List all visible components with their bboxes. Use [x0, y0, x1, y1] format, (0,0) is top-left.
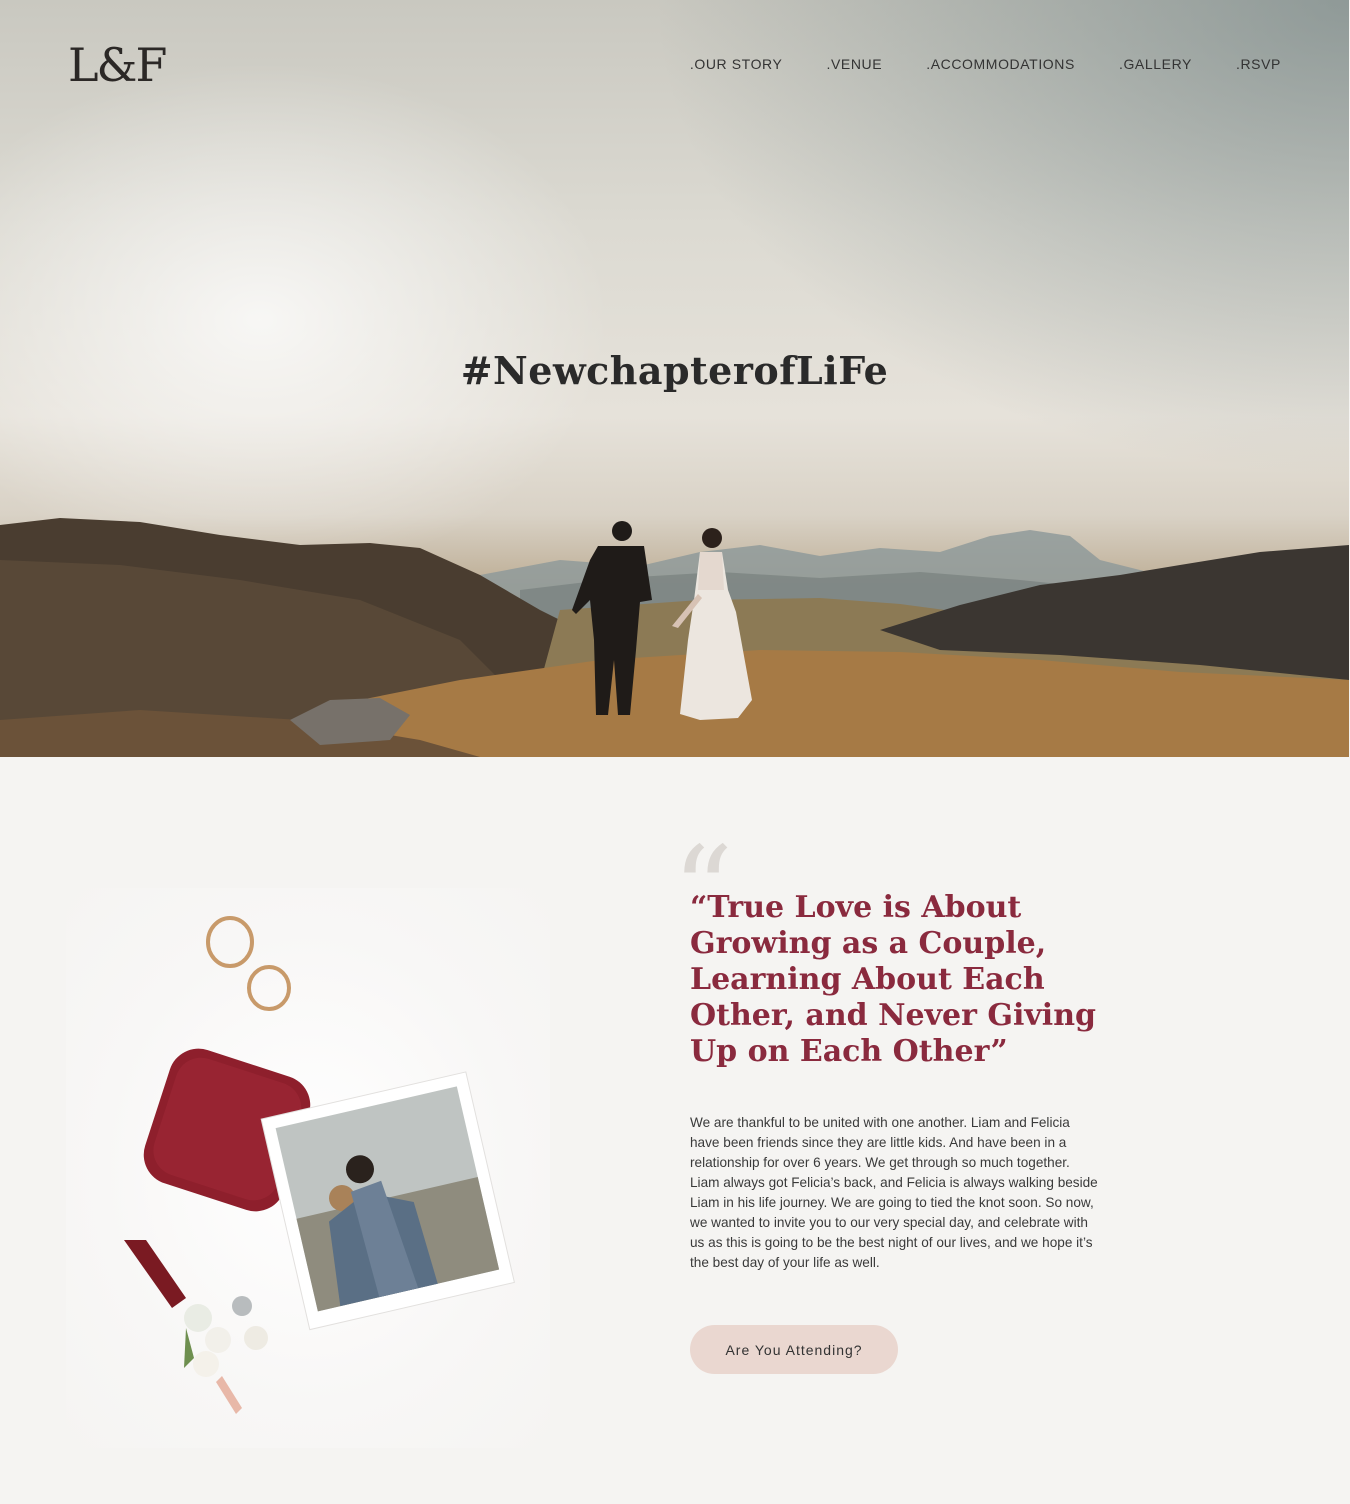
nav-rsvp[interactable]: .RSVP [1236, 56, 1281, 72]
love-quote: “True Love is About Growing as a Couple,… [690, 890, 1096, 1069]
story-flatlay-image [66, 888, 550, 1448]
hero-hashtag: #NewchapterofLiFe [460, 348, 889, 393]
nav-accommodations[interactable]: .ACCOMMODATIONS [926, 56, 1075, 72]
hero-section: L&F .OUR STORY .VENUE .ACCOMMODATIONS .G… [0, 0, 1349, 757]
ring-1 [206, 916, 254, 968]
rsvp-attending-button[interactable]: Are You Attending? [690, 1325, 898, 1374]
nav-our-story[interactable]: .OUR STORY [690, 56, 783, 72]
site-logo[interactable]: L&F [68, 38, 167, 92]
story-paragraph: We are thankful to be united with one an… [690, 1115, 1098, 1270]
nav-venue[interactable]: .VENUE [826, 56, 882, 72]
boutonniere [124, 1240, 268, 1414]
ring-2 [247, 965, 291, 1011]
nav-gallery[interactable]: .GALLERY [1119, 56, 1192, 72]
main-nav: .OUR STORY .VENUE .ACCOMMODATIONS .GALLE… [690, 56, 1281, 72]
polaroid-photo [260, 1071, 516, 1331]
